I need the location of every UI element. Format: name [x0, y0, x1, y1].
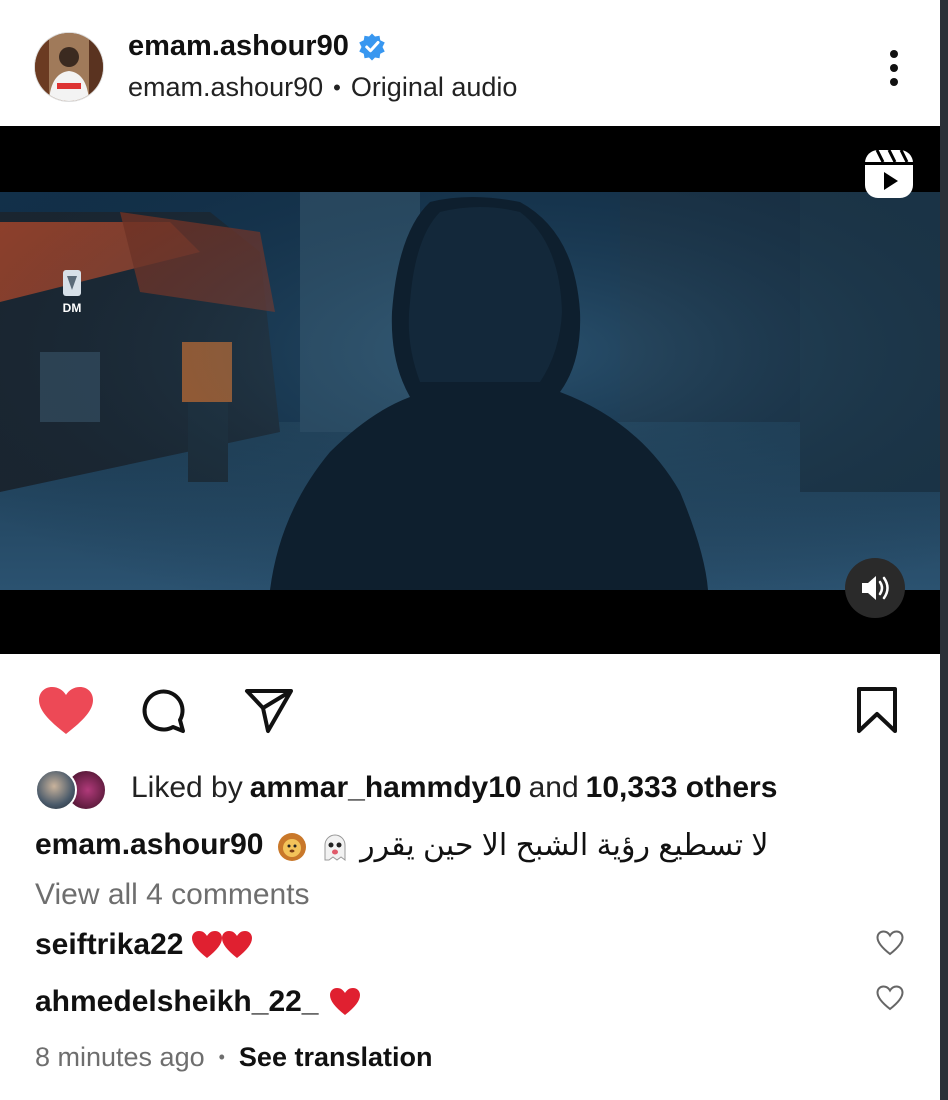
comment-like-icon[interactable]: [876, 985, 904, 1011]
red-heart-emoji-icon: [329, 988, 360, 1015]
dm-watermark-text: DM: [63, 301, 82, 315]
video-scene: [0, 192, 940, 590]
caption-username[interactable]: emam.ashour90: [35, 828, 263, 862]
comment-icon[interactable]: [140, 688, 186, 734]
liker-avatar: [35, 769, 77, 811]
lion-emoji-icon: [278, 832, 307, 861]
likes-count[interactable]: 10,333 others: [586, 771, 778, 805]
author-username-text[interactable]: emam.ashour90: [128, 30, 349, 63]
caption-text-arabic: لا تسطيع رؤية الشبح الا حين يقرر: [360, 828, 769, 862]
comment-row: seiftrika22: [35, 928, 253, 962]
sub-username[interactable]: emam.ashour90: [128, 72, 323, 103]
see-translation-link[interactable]: See translation: [239, 1042, 433, 1073]
share-icon[interactable]: [244, 688, 294, 734]
video-frame: DM: [0, 192, 940, 590]
instagram-post-card: emam.ashour90 emam.ashour90 • Original a…: [0, 0, 940, 1100]
red-heart-emoji-icon: [222, 931, 253, 958]
author-subline: emam.ashour90 • Original audio: [128, 72, 517, 103]
reels-icon[interactable]: [863, 148, 915, 200]
post-meta: 8 minutes ago • See translation: [35, 1042, 432, 1073]
meta-separator: •: [218, 1047, 225, 1067]
background-strip: [940, 0, 948, 1100]
post-timestamp: 8 minutes ago: [35, 1042, 205, 1072]
like-heart-icon[interactable]: [38, 686, 94, 736]
separator-dot: •: [333, 74, 341, 100]
comment-like-icon[interactable]: [876, 930, 904, 956]
ghost-emoji-icon: [324, 834, 346, 861]
caption-text: لا تسطيع رؤية الشبح الا حين يقرر: [275, 828, 769, 863]
view-all-comments-link[interactable]: View all 4 comments: [35, 878, 310, 912]
liked-by-user[interactable]: ammar_hammdy10: [250, 771, 522, 805]
action-bar: [0, 654, 940, 764]
red-heart-emoji-icon: [192, 931, 223, 958]
speaker-icon: [862, 576, 889, 600]
likes-summary[interactable]: Liked by ammar_hammdy10 and 10,333 other…: [35, 766, 784, 811]
comment-username[interactable]: seiftrika22: [35, 928, 183, 962]
liked-by-conjunction: and: [528, 771, 579, 804]
comment-username[interactable]: ahmedelsheikh_22_: [35, 985, 319, 1019]
liked-by-avatars: [35, 767, 115, 811]
author-avatar[interactable]: [35, 33, 103, 101]
reel-video[interactable]: DM: [0, 126, 940, 654]
post-caption: emam.ashour90 لا تسطيع رؤية الشبح الا حي…: [35, 822, 769, 868]
dm-watermark-logo: DM: [63, 270, 82, 315]
save-bookmark-icon[interactable]: [855, 686, 899, 734]
audio-label[interactable]: Original audio: [351, 72, 518, 103]
author-username[interactable]: emam.ashour90: [128, 30, 387, 63]
post-header: emam.ashour90 emam.ashour90 • Original a…: [0, 0, 940, 126]
sound-toggle-button[interactable]: [845, 558, 905, 618]
verified-badge-icon: [359, 33, 385, 60]
more-options-icon[interactable]: [888, 48, 900, 88]
liked-by-prefix: Liked by: [131, 771, 243, 804]
comment-row: ahmedelsheikh_22_: [35, 985, 361, 1019]
